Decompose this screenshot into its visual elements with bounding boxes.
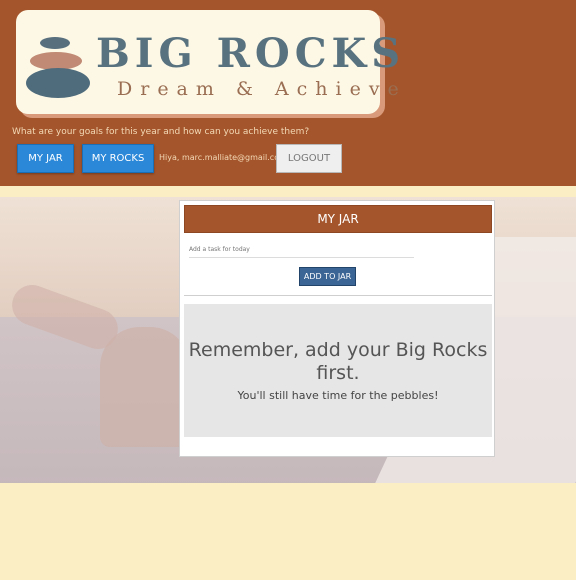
stacked-stones-icon (40, 37, 70, 49)
divider (184, 295, 492, 296)
header: BIG ROCKS Dream & Achieve What are your … (0, 0, 576, 186)
empty-subtext: You'll still have time for the pebbles! (237, 389, 439, 402)
stacked-stones-icon (26, 68, 90, 98)
logo-title: BIG ROCKS (96, 30, 406, 77)
my-jar-panel: MY JAR ADD TO JAR Remember, add your Big… (179, 200, 495, 457)
my-rocks-button[interactable]: MY ROCKS (82, 144, 154, 173)
logo-subtitle: Dream & Achieve (117, 78, 407, 100)
my-jar-button[interactable]: MY JAR (17, 144, 74, 173)
logo[interactable]: BIG ROCKS Dream & Achieve (16, 10, 400, 114)
add-to-jar-button[interactable]: ADD TO JAR (299, 267, 356, 286)
empty-heading: Remember, add your Big Rocks first. (188, 339, 488, 384)
jar-empty-state: Remember, add your Big Rocks first. You'… (184, 304, 492, 437)
user-greeting: Hiya, marc.malliate@gmail.co! (159, 153, 283, 162)
tagline: What are your goals for this year and ho… (12, 127, 310, 137)
panel-title: MY JAR (184, 205, 492, 233)
logout-button[interactable]: LOGOUT (276, 144, 342, 173)
task-input[interactable] (189, 242, 414, 258)
runner (100, 327, 190, 447)
